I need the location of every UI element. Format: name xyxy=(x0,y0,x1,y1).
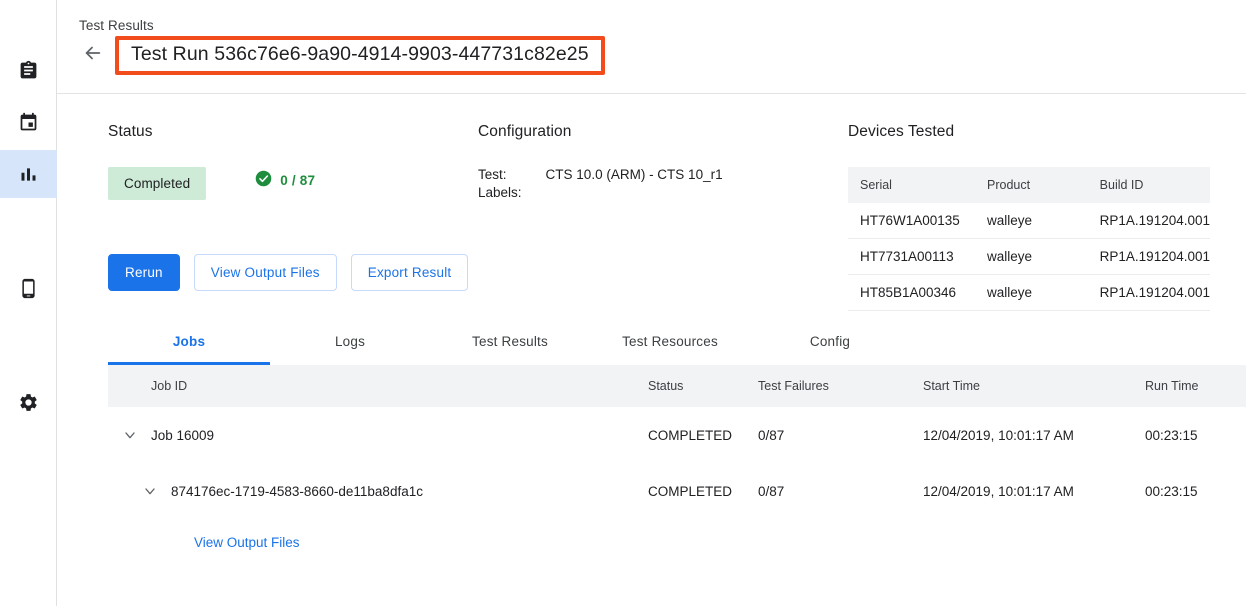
empty-cell xyxy=(1145,519,1246,566)
devices-table: Serial Product Build ID HT76W1A00135 wal… xyxy=(848,167,1210,311)
empty-cell xyxy=(923,519,1145,566)
configuration-column: Configuration Test: CTS 10.0 (ARM) - CTS… xyxy=(478,123,723,200)
device-product: walleye xyxy=(975,239,1088,275)
tab-logs[interactable]: Logs xyxy=(270,320,430,365)
job-id-cell: 874176ec-1719-4583-8660-de11ba8dfa1c xyxy=(108,463,648,519)
tab-config[interactable]: Config xyxy=(750,320,910,365)
configuration-section-title: Configuration xyxy=(478,123,723,141)
table-row: 874176ec-1719-4583-8660-de11ba8dfa1c COM… xyxy=(108,463,1246,519)
jobs-col-start-time: Start Time xyxy=(923,365,1145,407)
back-button[interactable] xyxy=(79,42,107,70)
job-test-failures: 0/87 xyxy=(758,463,923,519)
devices-col-serial: Serial xyxy=(848,167,975,203)
config-value-labels xyxy=(546,185,723,200)
jobs-col-test-failures: Test Failures xyxy=(758,365,923,407)
breadcrumb: Test Results xyxy=(79,18,154,33)
device-product: walleye xyxy=(975,203,1088,239)
job-status: COMPLETED xyxy=(648,463,758,519)
rerun-button[interactable]: Rerun xyxy=(108,254,180,291)
jobs-table: Job ID Status Test Failures Start Time R… xyxy=(108,365,1246,566)
empty-cell xyxy=(758,519,923,566)
main-content: Test Results Test Run 536c76e6-9a90-4914… xyxy=(57,0,1246,606)
table-row: HT85B1A00346 walleye RP1A.191204.001 xyxy=(848,275,1210,311)
sidebar-item-devices[interactable] xyxy=(0,264,57,312)
tab-jobs[interactable]: Jobs xyxy=(108,320,270,365)
table-row: View Output Files xyxy=(108,519,1246,566)
devices-section-title: Devices Tested xyxy=(848,123,1213,141)
device-serial: HT85B1A00346 xyxy=(848,275,975,311)
sidebar-item-test-plans[interactable] xyxy=(0,98,57,146)
summary-section: Status Completed 0 / 87 C xyxy=(57,94,1246,319)
job-run-time: 00:23:15 xyxy=(1145,407,1246,463)
sidebar-item-test-results[interactable] xyxy=(0,150,57,198)
jobs-col-run-time: Run Time xyxy=(1145,365,1246,407)
bar-chart-icon xyxy=(18,164,39,185)
status-line: Completed 0 / 87 xyxy=(108,167,315,200)
device-serial: HT7731A00113 xyxy=(848,239,975,275)
job-sub-actions: View Output Files xyxy=(108,519,648,566)
view-output-files-button[interactable]: View Output Files xyxy=(194,254,337,291)
chevron-down-icon[interactable] xyxy=(138,479,162,503)
devices-column: Devices Tested Serial Product Build ID H… xyxy=(848,123,1213,311)
configuration-rows: Test: CTS 10.0 (ARM) - CTS 10_r1 Labels: xyxy=(478,167,723,200)
status-badge: Completed xyxy=(108,167,206,200)
table-row: HT7731A00113 walleye RP1A.191204.001 xyxy=(848,239,1210,275)
jobs-table-wrapper: Job ID Status Test Failures Start Time R… xyxy=(108,365,1246,566)
arrow-left-icon xyxy=(82,42,104,69)
tab-test-resources[interactable]: Test Resources xyxy=(590,320,750,365)
sidebar-item-settings[interactable] xyxy=(0,378,57,426)
jobs-header-row: Job ID Status Test Failures Start Time R… xyxy=(108,365,1246,407)
device-build-id: RP1A.191204.001 xyxy=(1088,203,1210,239)
config-value-test: CTS 10.0 (ARM) - CTS 10_r1 xyxy=(546,167,723,182)
title-highlight-box: Test Run 536c76e6-9a90-4914-9903-447731c… xyxy=(115,36,605,75)
check-circle-icon xyxy=(255,170,272,192)
job-start-time: 12/04/2019, 10:01:17 AM xyxy=(923,463,1145,519)
job-id-label: 874176ec-1719-4583-8660-de11ba8dfa1c xyxy=(171,484,423,499)
page-header: Test Results Test Run 536c76e6-9a90-4914… xyxy=(57,0,1246,94)
device-product: walleye xyxy=(975,275,1088,311)
job-id-label: Job 16009 xyxy=(151,428,214,443)
config-key-test: Test: xyxy=(478,167,522,182)
status-column: Status Completed 0 / 87 xyxy=(108,123,315,200)
jobs-col-status: Status xyxy=(648,365,758,407)
job-start-time: 12/04/2019, 10:01:17 AM xyxy=(923,407,1145,463)
devices-col-product: Product xyxy=(975,167,1088,203)
config-key-labels: Labels: xyxy=(478,185,522,200)
job-test-failures: 0/87 xyxy=(758,407,923,463)
action-buttons: Rerun View Output Files Export Result xyxy=(108,254,468,291)
empty-cell xyxy=(648,519,758,566)
device-serial: HT76W1A00135 xyxy=(848,203,975,239)
chevron-down-icon[interactable] xyxy=(118,423,142,447)
view-output-files-link[interactable]: View Output Files xyxy=(194,535,300,550)
jobs-col-job-id: Job ID xyxy=(108,365,648,407)
clipboard-icon xyxy=(18,60,39,81)
table-row: Job 16009 COMPLETED 0/87 12/04/2019, 10:… xyxy=(108,407,1246,463)
calendar-icon xyxy=(18,112,39,133)
gear-icon xyxy=(18,392,39,413)
pass-rate-text: 0 / 87 xyxy=(280,173,315,188)
smartphone-icon xyxy=(18,278,39,299)
export-result-button[interactable]: Export Result xyxy=(351,254,469,291)
device-build-id: RP1A.191204.001 xyxy=(1088,275,1210,311)
page-title: Test Run 536c76e6-9a90-4914-9903-447731c… xyxy=(131,43,589,66)
status-section-title: Status xyxy=(108,123,315,141)
sidebar xyxy=(0,0,57,606)
pass-rate: 0 / 87 xyxy=(255,170,315,192)
sidebar-item-test-suites[interactable] xyxy=(0,46,57,94)
app-root: Test Results Test Run 536c76e6-9a90-4914… xyxy=(0,0,1246,606)
devices-header-row: Serial Product Build ID xyxy=(848,167,1210,203)
table-row: HT76W1A00135 walleye RP1A.191204.001 xyxy=(848,203,1210,239)
job-id-cell: Job 16009 xyxy=(108,407,648,463)
job-status: COMPLETED xyxy=(648,407,758,463)
tab-bar: Jobs Logs Test Results Test Resources Co… xyxy=(108,319,1246,365)
job-run-time: 00:23:15 xyxy=(1145,463,1246,519)
devices-col-build-id: Build ID xyxy=(1088,167,1210,203)
tab-test-results[interactable]: Test Results xyxy=(430,320,590,365)
device-build-id: RP1A.191204.001 xyxy=(1088,239,1210,275)
title-row: Test Run 536c76e6-9a90-4914-9903-447731c… xyxy=(79,36,605,75)
